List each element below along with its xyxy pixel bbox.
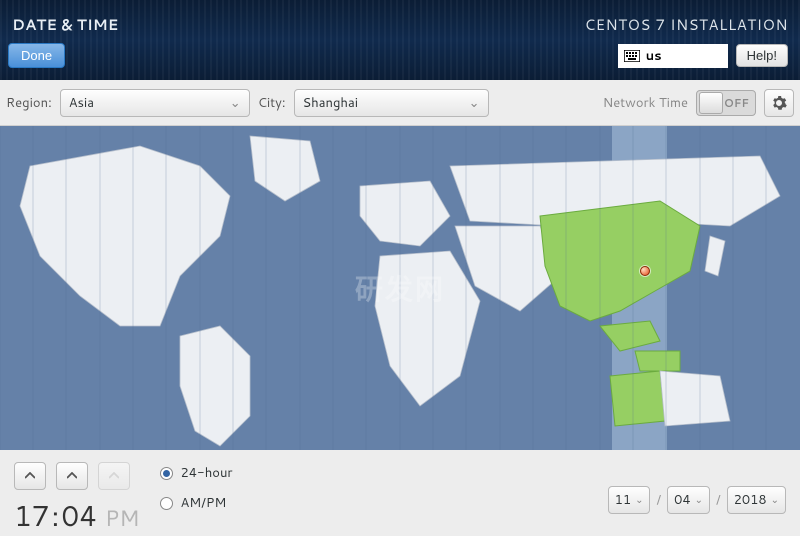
location-selector-row: Region: Asia ⌄ City: Shanghai ⌄ Network … — [0, 80, 800, 126]
chevron-down-icon: ⌄ — [635, 493, 643, 507]
city-combobox[interactable]: Shanghai ⌄ — [294, 89, 489, 117]
city-marker — [640, 266, 650, 276]
clock-separator: : — [52, 496, 60, 536]
keyboard-layout-indicator[interactable]: us — [618, 44, 728, 68]
chevron-down-icon: ⌄ — [695, 493, 703, 507]
chevron-up-icon — [67, 472, 77, 480]
year-combobox[interactable]: 2018 ⌄ — [727, 486, 786, 514]
page-title: DATE & TIME — [12, 14, 118, 35]
chevron-down-icon: ⌄ — [230, 94, 241, 112]
clock-minute: 04 — [61, 496, 97, 536]
chevron-up-icon — [25, 472, 35, 480]
city-value: Shanghai — [303, 94, 359, 112]
header-bar: DATE & TIME CENTOS 7 INSTALLATION Done u… — [0, 0, 800, 80]
time-format-column: 24-hour AM/PM — [160, 464, 233, 512]
region-label: Region: — [6, 94, 52, 112]
network-time-switch[interactable]: OFF — [696, 90, 756, 116]
region-combobox[interactable]: Asia ⌄ — [60, 89, 250, 117]
month-value: 04 — [674, 491, 691, 509]
day-value: 11 — [615, 491, 632, 509]
radio-ampm-label: AM/PM — [181, 494, 227, 512]
chevron-up-icon — [109, 472, 119, 480]
radio-icon — [160, 467, 173, 480]
region-value: Asia — [69, 94, 94, 112]
year-value: 2018 — [734, 491, 767, 509]
clock-hour: 17 — [14, 496, 50, 536]
radio-24hour[interactable]: 24-hour — [160, 464, 233, 482]
clock-display: 17 : 04 PM — [14, 496, 140, 536]
hour-up-button[interactable] — [14, 462, 46, 490]
switch-state: OFF — [724, 95, 749, 111]
help-button[interactable]: Help! — [736, 44, 788, 67]
month-combobox[interactable]: 04 ⌄ — [667, 486, 710, 514]
date-separator: / — [716, 491, 721, 509]
radio-icon — [160, 497, 173, 510]
time-column: 17 : 04 PM — [14, 462, 140, 536]
gear-icon — [771, 95, 787, 111]
clock-ampm: PM — [105, 503, 140, 534]
date-column: 11 ⌄ / 04 ⌄ / 2018 ⌄ — [608, 486, 786, 514]
network-time-label: Network Time — [603, 94, 688, 112]
day-combobox[interactable]: 11 ⌄ — [608, 486, 651, 514]
city-label: City: — [258, 94, 286, 112]
date-separator: / — [656, 491, 661, 509]
timezone-map[interactable]: 研发网 — [0, 126, 800, 450]
installer-title: CENTOS 7 INSTALLATION — [585, 14, 788, 35]
keyboard-layout-label: us — [646, 47, 662, 65]
chevron-down-icon: ⌄ — [771, 493, 779, 507]
chevron-down-icon: ⌄ — [469, 94, 480, 112]
radio-24hour-label: 24-hour — [181, 464, 233, 482]
world-land — [0, 126, 800, 450]
done-button[interactable]: Done — [8, 43, 65, 68]
minute-up-button[interactable] — [56, 462, 88, 490]
keyboard-icon — [624, 50, 640, 62]
network-time-settings-button[interactable] — [764, 89, 794, 117]
radio-ampm[interactable]: AM/PM — [160, 494, 233, 512]
datetime-controls: 17 : 04 PM 24-hour AM/PM 11 ⌄ / 04 ⌄ / 2… — [0, 450, 800, 529]
ampm-up-button — [98, 462, 130, 490]
switch-knob — [699, 92, 723, 114]
